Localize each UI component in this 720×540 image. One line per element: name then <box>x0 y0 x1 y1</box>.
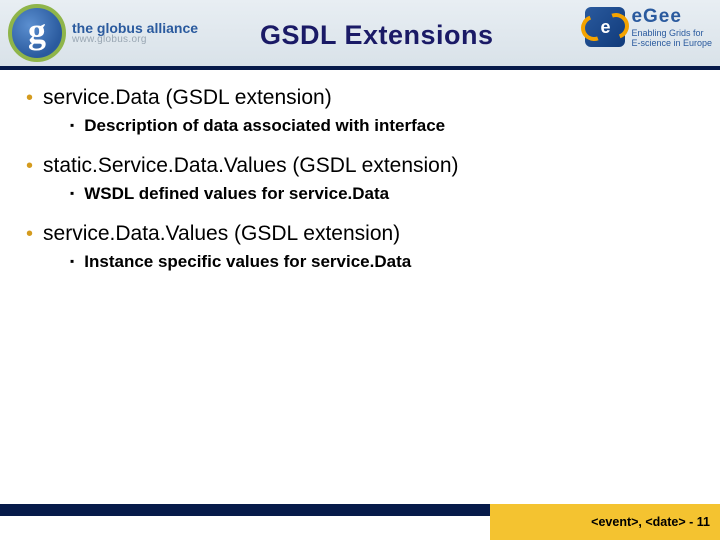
egee-tag2: E-science in Europe <box>631 38 712 48</box>
bullet-3-text: service.Data.Values (GSDL extension) <box>43 222 400 246</box>
footer-meta: <event>, <date> - 11 <box>591 515 710 529</box>
bullet-2: • static.Service.Data.Values (GSDL exten… <box>26 154 694 204</box>
bullet-3: • service.Data.Values (GSDL extension) ▪… <box>26 222 694 272</box>
slide-title: GSDL Extensions <box>260 20 494 51</box>
bullet-3-sub-text: Instance specific values for service.Dat… <box>84 252 411 272</box>
egee-text: eGee Enabling Grids for E-science in Eur… <box>631 6 712 49</box>
egee-icon: e <box>585 7 625 47</box>
egee-tag1: Enabling Grids for <box>631 28 712 38</box>
subbullet-icon: ▪ <box>70 119 74 131</box>
bullet-2-sub: ▪ WSDL defined values for service.Data <box>70 184 694 204</box>
slide: the globus alliance www.globus.org GSDL … <box>0 0 720 540</box>
egee-brand: eGee <box>631 6 712 28</box>
bullet-1-text: service.Data (GSDL extension) <box>43 86 332 110</box>
bullet-1-sub-text: Description of data associated with inte… <box>84 116 445 136</box>
header: the globus alliance www.globus.org GSDL … <box>0 0 720 70</box>
bullet-1: • service.Data (GSDL extension) ▪ Descri… <box>26 86 694 136</box>
bullet-3-sub: ▪ Instance specific values for service.D… <box>70 252 694 272</box>
globus-icon <box>8 4 66 62</box>
bullet-icon: • <box>26 88 33 108</box>
bullet-2-text: static.Service.Data.Values (GSDL extensi… <box>43 154 459 178</box>
globus-line2: www.globus.org <box>72 35 198 45</box>
bullet-2-sub-text: WSDL defined values for service.Data <box>84 184 389 204</box>
slide-body: • service.Data (GSDL extension) ▪ Descri… <box>26 86 694 290</box>
bullet-icon: • <box>26 156 33 176</box>
subbullet-icon: ▪ <box>70 255 74 267</box>
egee-logo: e eGee Enabling Grids for E-science in E… <box>585 6 712 49</box>
footer-accent: <event>, <date> - 11 <box>490 504 720 540</box>
bullet-1-sub: ▪ Description of data associated with in… <box>70 116 694 136</box>
globus-logo: the globus alliance www.globus.org <box>8 4 198 62</box>
bullet-icon: • <box>26 224 33 244</box>
subbullet-icon: ▪ <box>70 187 74 199</box>
globus-line1: the globus alliance <box>72 21 198 35</box>
globus-text: the globus alliance www.globus.org <box>72 21 198 45</box>
